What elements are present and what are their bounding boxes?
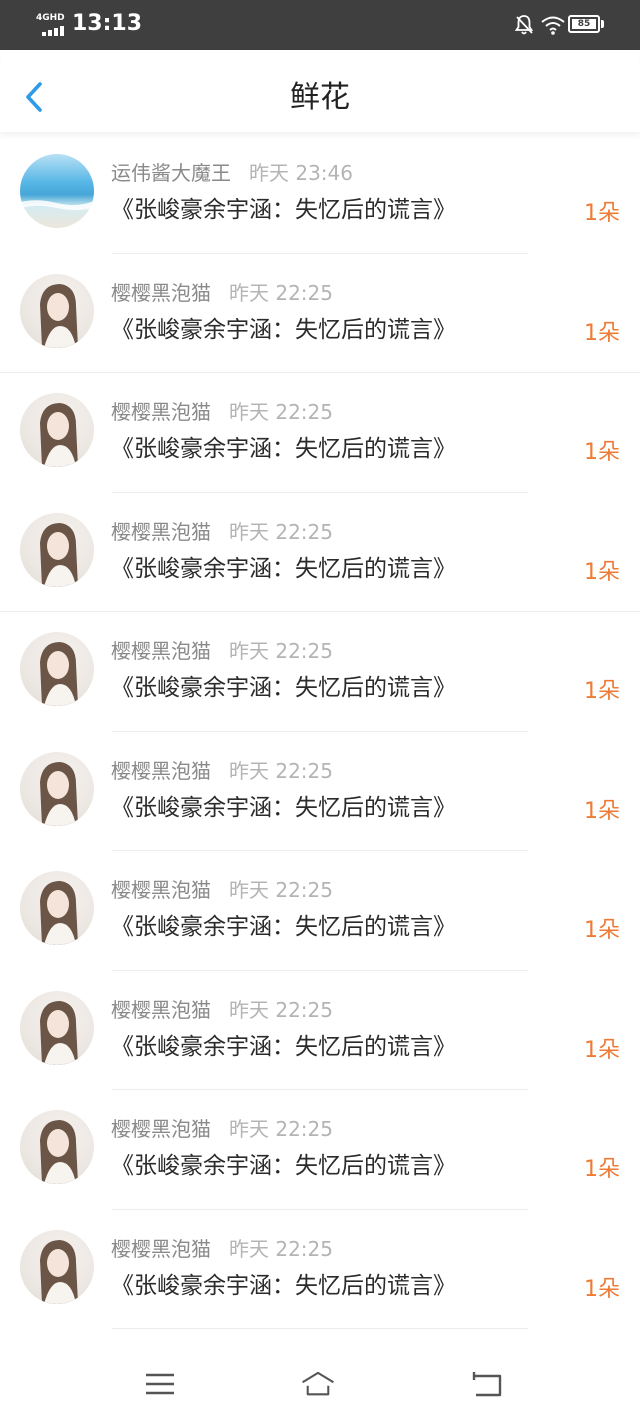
list-item[interactable]: 樱樱黑泡猫 昨天 22:25 《张峻豪余宇涵：失忆后的谎言》 1朵 [0, 971, 640, 1091]
back-icon [472, 1372, 502, 1397]
username[interactable]: 樱樱黑泡猫 [111, 639, 211, 663]
flower-count: 1朵 [584, 1037, 620, 1063]
menu-button[interactable] [142, 1368, 178, 1400]
timestamp: 昨天 22:25 [229, 280, 333, 305]
username[interactable]: 樱樱黑泡猫 [111, 1117, 211, 1141]
book-title[interactable]: 《张峻豪余宇涵：失忆后的谎言》 [111, 1031, 456, 1063]
status-bar: 4GHD 13:13 85 [0, 0, 640, 50]
flower-count: 1朵 [584, 440, 620, 465]
timestamp: 昨天 22:25 [229, 1236, 333, 1261]
flower-count: 1朵 [584, 679, 620, 704]
flower-count: 1朵 [584, 559, 620, 585]
book-title[interactable]: 《张峻豪余宇涵：失忆后的谎言》 [111, 792, 456, 824]
avatar[interactable] [20, 632, 94, 706]
avatar[interactable] [20, 751, 94, 826]
book-title[interactable]: 《张峻豪余宇涵：失忆后的谎言》 [111, 314, 456, 346]
timestamp: 昨天 22:25 [229, 400, 333, 424]
timestamp: 昨天 22:25 [229, 1117, 333, 1141]
username[interactable]: 樱樱黑泡猫 [111, 1237, 211, 1261]
flower-count: 1朵 [584, 1276, 620, 1302]
flower-list: 运伟酱大魔王 昨天 23:46 《张峻豪余宇涵：失忆后的谎言》 1朵 樱樱黑泡猫昨… [0, 134, 640, 1329]
username[interactable]: 樱樱黑泡猫 [111, 520, 211, 544]
network-type-label: 4GHD [36, 13, 65, 23]
book-title[interactable]: 《张峻豪余宇涵：失忆后的谎言》 [111, 433, 456, 465]
book-title[interactable]: 《张峻豪余宇涵：失忆后的谎言》 [111, 553, 456, 585]
battery-icon: 85 [568, 15, 600, 33]
avatar[interactable] [20, 512, 94, 587]
flower-count: 1朵 [584, 201, 620, 226]
flower-count: 1朵 [584, 918, 620, 943]
timestamp: 昨天 22:25 [229, 758, 333, 783]
username[interactable]: 运伟酱大魔王 [111, 161, 231, 185]
timestamp: 昨天 23:46 [249, 161, 353, 185]
home-button[interactable] [300, 1368, 342, 1400]
avatar[interactable] [20, 1229, 94, 1304]
timestamp: 昨天 22:25 [229, 519, 333, 544]
list-item[interactable]: 樱樱黑泡猫 昨天 22:25 《张峻豪余宇涵：失忆后的谎言》 1朵 [0, 1090, 640, 1210]
timestamp: 昨天 22:25 [229, 639, 333, 663]
username[interactable]: 樱樱黑泡猫 [111, 400, 211, 424]
status-time: 13:13 [72, 11, 143, 36]
timestamp: 昨天 22:25 [229, 997, 333, 1022]
signal-icon: 4GHD [36, 13, 66, 36]
list-item[interactable]: 樱樱黑泡猫 昨天 22:25 《张峻豪余宇涵：失忆后的谎言》 1朵 [0, 254, 640, 374]
avatar[interactable] [20, 990, 94, 1065]
username[interactable]: 樱樱黑泡猫 [111, 759, 211, 783]
battery-cap [601, 20, 604, 28]
timestamp: 昨天 22:25 [229, 878, 333, 902]
back-nav-button[interactable] [470, 1368, 506, 1400]
list-item[interactable]: 樱樱黑泡猫 昨天 22:25 《张峻豪余宇涵：失忆后的谎言》 1朵 [0, 493, 640, 613]
avatar[interactable] [20, 393, 94, 467]
book-title[interactable]: 《张峻豪余宇涵：失忆后的谎言》 [111, 672, 456, 704]
system-nav-bar [0, 1346, 640, 1422]
list-item[interactable]: 樱樱黑泡猫 昨天 22:25 《张峻豪余宇涵：失忆后的谎言》 1朵 [0, 1210, 640, 1330]
avatar[interactable] [20, 154, 94, 228]
list-item[interactable]: 樱樱黑泡猫 昨天 22:25 《张峻豪余宇涵：失忆后的谎言》 1朵 [0, 612, 640, 732]
list-item[interactable]: 樱樱黑泡猫 昨天 22:25 《张峻豪余宇涵：失忆后的谎言》 1朵 [0, 851, 640, 971]
book-title[interactable]: 《张峻豪余宇涵：失忆后的谎言》 [111, 1270, 456, 1302]
avatar[interactable] [20, 273, 94, 348]
list-item[interactable]: 运伟酱大魔王 昨天 23:46 《张峻豪余宇涵：失忆后的谎言》 1朵 [0, 134, 640, 254]
username[interactable]: 樱樱黑泡猫 [111, 878, 211, 902]
mute-bell-icon [514, 14, 534, 36]
flower-count: 1朵 [584, 798, 620, 824]
book-title[interactable]: 《张峻豪余宇涵：失忆后的谎言》 [111, 911, 456, 943]
flower-count: 1朵 [584, 1157, 620, 1182]
list-item[interactable]: 樱樱黑泡猫 昨天 22:25 《张峻豪余宇涵：失忆后的谎言》 1朵 [0, 732, 640, 852]
home-icon [302, 1371, 334, 1396]
wifi-icon [540, 14, 566, 36]
username[interactable]: 樱樱黑泡猫 [111, 281, 211, 305]
avatar[interactable] [20, 871, 94, 945]
nav-bar: 鲜花 [0, 50, 640, 132]
list-item[interactable]: 樱樱黑泡猫 昨天 22:25 《张峻豪余宇涵：失忆后的谎言》 1朵 [0, 373, 640, 493]
username[interactable]: 樱樱黑泡猫 [111, 998, 211, 1022]
avatar[interactable] [20, 1110, 94, 1184]
battery-level: 85 [572, 19, 596, 29]
flower-count: 1朵 [584, 320, 620, 346]
menu-icon [146, 1373, 174, 1395]
page-title: 鲜花 [290, 80, 350, 115]
book-title[interactable]: 《张峻豪余宇涵：失忆后的谎言》 [111, 1150, 456, 1182]
book-title[interactable]: 《张峻豪余宇涵：失忆后的谎言》 [111, 194, 456, 226]
